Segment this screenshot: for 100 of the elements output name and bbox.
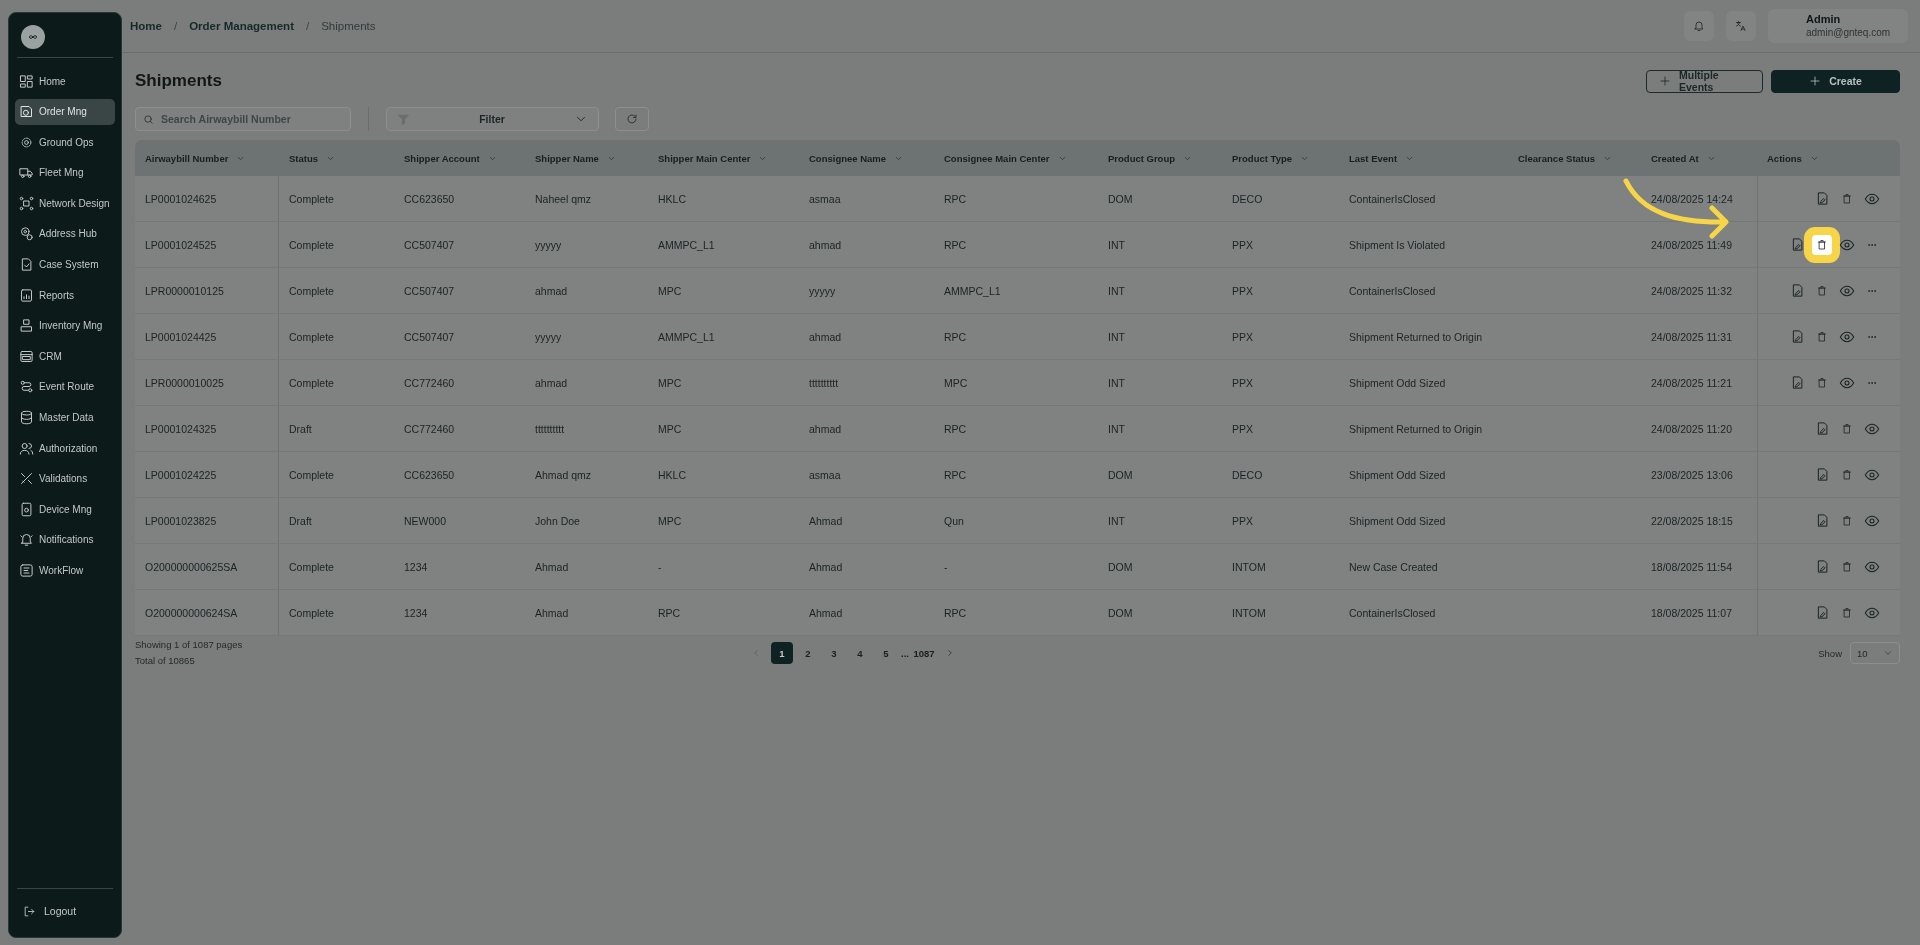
table-cell: PPX (1232, 422, 1253, 435)
column-header[interactable]: Product Type (1222, 152, 1339, 164)
sidebar-item[interactable]: Notifications (15, 526, 115, 553)
user-profile[interactable]: Admin admin@gnteq.com (1768, 9, 1908, 43)
sidebar-item[interactable]: Event Route (15, 373, 115, 400)
column-header[interactable]: Consignee Name (799, 152, 934, 164)
column-header[interactable]: Status (279, 152, 394, 164)
table-cell: AMMPC_L1 (944, 284, 1001, 297)
column-header[interactable]: Airwaybill Number (135, 152, 279, 164)
sidebar-item[interactable]: Network Design (15, 190, 115, 217)
sidebar-item[interactable]: Master Data (15, 404, 115, 431)
table-cell: ContainerIsClosed (1349, 284, 1436, 297)
table-cell: Draft (289, 514, 312, 527)
chevron-right-icon (945, 648, 955, 658)
table-cell: RPC (944, 422, 967, 435)
column-header[interactable]: Shipper Name (525, 152, 648, 164)
sidebar-item[interactable]: Fleet Mng (15, 159, 115, 186)
table-cell: 24/08/2025 14:24 (1651, 192, 1733, 205)
table-cell: RPC (944, 606, 967, 619)
table-cell: 22/08/2025 18:15 (1651, 514, 1733, 527)
boxes-icon (19, 318, 34, 334)
table-cell: CC507407 (404, 330, 455, 343)
table-cell: 18/08/2025 11:54 (1651, 560, 1732, 573)
refresh-button[interactable] (615, 107, 649, 131)
sidebar-item[interactable]: WorkFlow (15, 557, 115, 584)
breadcrumb-link[interactable]: Order Management (189, 20, 294, 32)
logout-icon (23, 904, 36, 918)
table-cell: ahmad (535, 376, 568, 389)
column-header[interactable]: Created At (1641, 152, 1757, 164)
table-cell: Naheel qmz (535, 192, 592, 205)
table-cell: INT (1108, 514, 1125, 527)
table-cell: Shipment Is Violated (1349, 238, 1446, 251)
column-header[interactable]: Product Group (1098, 152, 1222, 164)
page-button[interactable]: 1 (771, 642, 793, 664)
sidebar-item[interactable]: Authorization (15, 435, 115, 462)
table-cell: 23/08/2025 13:06 (1651, 468, 1733, 481)
breadcrumb-link[interactable]: Home (130, 20, 162, 32)
breadcrumb-separator: / (173, 20, 178, 32)
column-header[interactable]: Last Event (1339, 152, 1508, 164)
sidebar-item[interactable]: Ground Ops (15, 129, 115, 156)
column-header[interactable]: Actions (1757, 152, 1892, 164)
table-cell: DOM (1108, 192, 1133, 205)
language-button[interactable] (1726, 11, 1756, 41)
sidebar-item[interactable]: Home (15, 68, 115, 94)
table-cell: New Case Created (1349, 560, 1438, 573)
sidebar-item[interactable]: Order Mng (15, 98, 115, 125)
page-button[interactable]: 2 (797, 642, 819, 664)
table-cell: Ahmad (809, 560, 843, 573)
page-button[interactable]: 1087 (913, 642, 935, 664)
table-cell: CC772460 (404, 376, 455, 389)
table-cell: 24/08/2025 11:20 (1651, 422, 1732, 435)
table-cell: Complete (289, 238, 334, 251)
table-cell: Complete (289, 468, 334, 481)
table-cell: Complete (289, 376, 334, 389)
column-header[interactable]: Consignee Main Center (934, 152, 1098, 164)
table-cell: LP0001024525 (145, 238, 217, 251)
table-cell: asmaa (809, 468, 841, 481)
column-header[interactable]: Clearance Status (1508, 152, 1641, 164)
table-cell: 1234 (404, 606, 428, 619)
table-cell: Shipment Odd Sized (1349, 468, 1446, 481)
sidebar-item[interactable]: Device Mng (15, 496, 115, 523)
table-cell: PPX (1232, 376, 1253, 389)
sidebar-item[interactable]: Reports (15, 282, 115, 309)
translate-icon (1735, 20, 1747, 32)
create-button[interactable]: Create (1771, 69, 1900, 93)
sidebar-item[interactable]: CRM (15, 343, 115, 370)
filter-dropdown[interactable]: Filter (386, 107, 599, 131)
multiple-events-button[interactable]: Multiple Events (1646, 69, 1763, 93)
table-cell: RPC (658, 606, 681, 619)
table-cell: ahmad (809, 238, 842, 251)
table-cell: O200000000625SA (145, 560, 238, 573)
notifications-button[interactable] (1684, 11, 1714, 41)
page-size-select[interactable]: 10 (1850, 642, 1900, 664)
sidebar-item[interactable]: Inventory Mng (15, 312, 115, 339)
table-cell: Ahmad (809, 606, 843, 619)
users-icon (19, 440, 34, 456)
table-cell: yyyyy (535, 238, 562, 251)
table-cell: DOM (1108, 468, 1133, 481)
column-header[interactable]: Shipper Account (394, 152, 525, 164)
trash-icon (1841, 606, 1853, 619)
table-cell: RPC (944, 238, 967, 251)
table-cell: RPC (944, 192, 967, 205)
column-header[interactable]: Shipper Main Center (648, 152, 799, 164)
page-ellipsis: ... (901, 646, 909, 661)
table-cell: LP0001024625 (145, 192, 217, 205)
table-cell: Shipment Returned to Origin (1349, 422, 1483, 435)
logout-button[interactable]: Logout (15, 893, 115, 929)
trash-icon (1816, 330, 1828, 343)
page-button[interactable]: 3 (823, 642, 845, 664)
page-button[interactable]: 5 (875, 642, 897, 664)
sidebar-item[interactable]: Validations (15, 465, 115, 492)
table-cell: PPX (1232, 330, 1253, 343)
page-count-text: Showing 1 of 1087 pages (135, 638, 244, 652)
sidebar-item[interactable]: Case System (15, 251, 115, 278)
page-button[interactable]: 4 (849, 642, 871, 664)
table-cell: NEW000 (404, 514, 446, 527)
table-cell: PPX (1232, 514, 1253, 527)
table-cell: LPR0000010025 (145, 376, 224, 389)
search-field[interactable]: Search Airwaybill Number (135, 107, 351, 131)
sidebar-item[interactable]: Address Hub (15, 220, 115, 247)
